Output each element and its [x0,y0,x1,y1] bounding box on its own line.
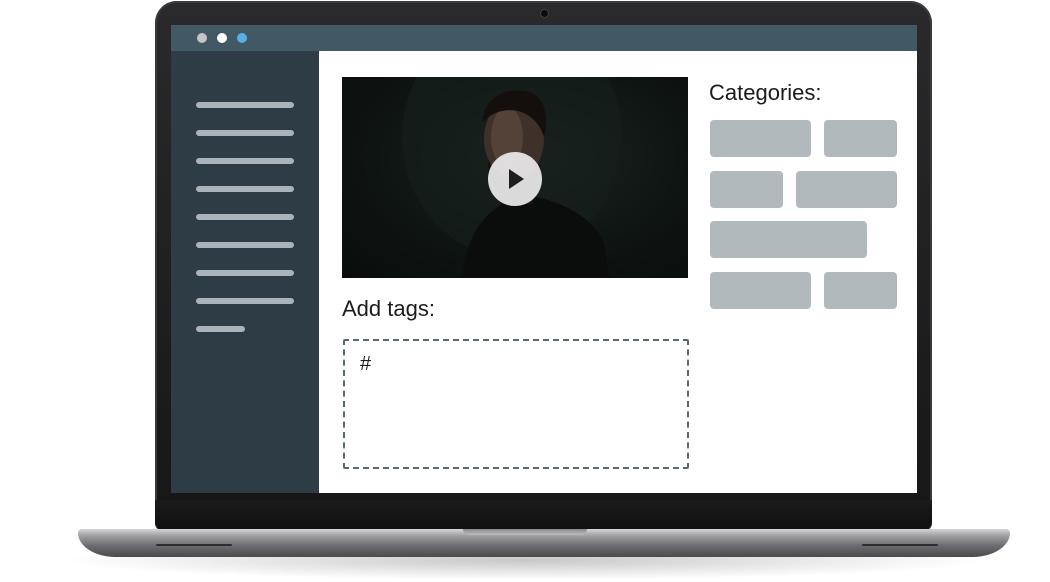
sidebar-item-placeholder[interactable] [196,326,245,332]
laptop-bezel-bottom [155,500,932,531]
webcam-icon [540,9,549,18]
category-chip[interactable] [710,171,783,208]
sidebar-item-placeholder[interactable] [196,158,294,164]
sidebar-item-placeholder[interactable] [196,186,294,192]
categories-heading: Categories: [709,80,822,105]
category-chip[interactable] [710,272,811,309]
add-tags-heading: Add tags: [342,296,435,321]
sidebar-item-placeholder[interactable] [196,270,294,276]
sidebar-item-placeholder[interactable] [196,130,294,136]
laptop-foot-left [156,544,232,546]
category-chip[interactable] [796,171,897,208]
window-minimize-button[interactable] [217,33,227,43]
category-chip[interactable] [824,272,897,309]
window-titlebar [171,25,917,51]
play-icon [509,169,524,189]
laptop-base-notch [463,529,587,535]
app-window: Add tags: # Categories: [171,25,917,493]
hash-prefix: # [360,353,372,375]
sidebar-item-placeholder[interactable] [196,214,294,220]
category-chip[interactable] [824,120,897,157]
sidebar-item-placeholder[interactable] [196,102,294,108]
category-chip[interactable] [710,221,867,258]
play-button[interactable] [488,152,542,206]
laptop-foot-right [862,544,938,546]
sidebar-item-placeholder[interactable] [196,242,294,248]
window-maximize-button[interactable] [237,33,247,43]
window-close-button[interactable] [197,33,207,43]
video-player[interactable] [342,77,688,278]
tags-input[interactable]: # [343,339,689,469]
sidebar [171,51,319,493]
sidebar-item-placeholder[interactable] [196,298,294,304]
category-chip[interactable] [710,120,811,157]
